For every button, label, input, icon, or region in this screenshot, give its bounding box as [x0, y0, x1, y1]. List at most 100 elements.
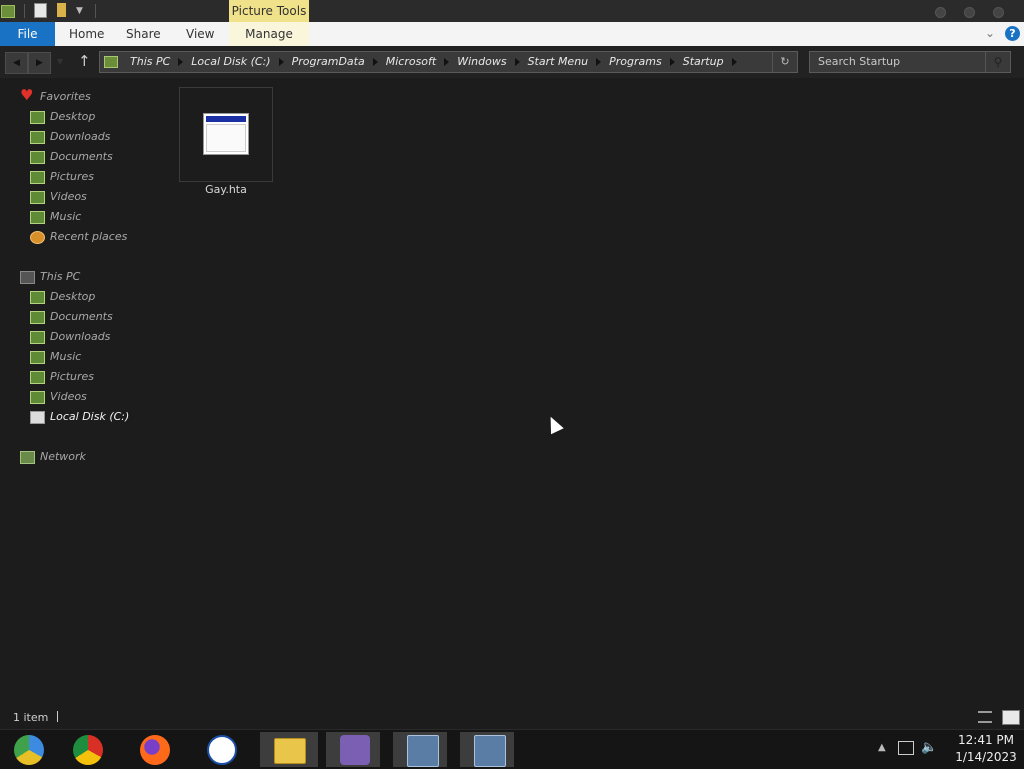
tab-manage[interactable]: Manage	[229, 22, 309, 46]
setup-icon	[407, 735, 439, 767]
tab-file[interactable]: File	[0, 22, 55, 46]
taskbar: ▲ 🔈 12:41 PM 1/14/2023	[0, 729, 1024, 769]
desktop-folder-icon	[30, 291, 45, 304]
nav-item-label: Documents	[50, 150, 113, 163]
search-input[interactable]: Search Startup	[818, 52, 900, 72]
large-icons-view-icon[interactable]	[1002, 710, 1020, 725]
up-button[interactable]: ↑	[78, 52, 91, 70]
nav-item-label: Recent places	[50, 230, 128, 243]
taskbar-app-setup-1[interactable]	[393, 732, 447, 767]
nav-item-label: Pictures	[50, 170, 95, 183]
clock-time[interactable]: 12:41 PM	[950, 733, 1022, 747]
firefox-icon	[140, 735, 170, 765]
nav-item-label: Local Disk (C:)	[50, 410, 130, 423]
tab-share[interactable]: Share	[126, 22, 161, 46]
tab-home[interactable]: Home	[69, 22, 104, 46]
breadcrumb-segment[interactable]: Startup	[679, 52, 728, 72]
music-folder-icon	[30, 211, 45, 224]
nav-item-label: Music	[50, 350, 82, 363]
breadcrumb-segment[interactable]: Start Menu	[524, 52, 593, 72]
pictures-folder-icon	[30, 371, 45, 384]
breadcrumb-chevron-icon[interactable]	[278, 58, 284, 66]
system-tray: ▲ 🔈 12:41 PM 1/14/2023	[864, 730, 1024, 769]
tab-view[interactable]: View	[186, 22, 214, 46]
network-icon[interactable]	[898, 741, 914, 755]
recent-locations-chevron-icon[interactable]: ▼	[57, 57, 63, 66]
chevron-up-icon[interactable]: ▲	[878, 742, 886, 753]
breadcrumb-segment[interactable]: Local Disk (C:)	[187, 52, 274, 72]
breadcrumb: This PC Local Disk (C:) ProgramData Microso…	[126, 52, 741, 72]
properties-icon[interactable]	[34, 3, 47, 18]
forward-button[interactable]: ▶	[28, 52, 51, 74]
breadcrumb-segment[interactable]: Windows	[453, 52, 510, 72]
taskbar-app-setup-2[interactable]	[460, 732, 514, 767]
obama-logo-icon	[207, 735, 237, 765]
local-disk-icon	[30, 411, 45, 424]
downloads-folder-icon	[30, 131, 45, 144]
refresh-button[interactable]: ↻	[772, 52, 797, 72]
taskbar-app-msn[interactable]	[326, 732, 380, 767]
maximize-button[interactable]	[964, 7, 975, 18]
title-bar: ▼ Picture Tools	[0, 0, 1024, 22]
status-bar: 1 item	[0, 705, 1024, 729]
chromium-icon	[14, 735, 44, 765]
breadcrumb-chevron-icon[interactable]	[669, 58, 675, 66]
mouse-cursor-icon	[544, 413, 564, 435]
breadcrumb-segment[interactable]: Programs	[605, 52, 666, 72]
nav-item-label: This PC	[40, 270, 81, 283]
msn-messenger-icon	[340, 735, 370, 765]
new-folder-icon[interactable]	[57, 3, 66, 17]
nav-item-label: Videos	[50, 390, 87, 403]
breadcrumb-chevron-icon[interactable]	[178, 58, 184, 66]
folder-icon[interactable]	[1, 5, 15, 18]
hta-application-icon	[203, 113, 249, 155]
nav-item-label: Network	[40, 450, 86, 463]
breadcrumb-segment[interactable]: Microsoft	[382, 52, 441, 72]
taskbar-app-obama[interactable]	[193, 732, 251, 767]
back-button[interactable]: ◀	[5, 52, 28, 74]
music-folder-icon	[30, 351, 45, 364]
breadcrumb-segment[interactable]: This PC	[126, 52, 174, 72]
documents-folder-icon	[30, 151, 45, 164]
taskbar-app-firefox[interactable]	[126, 732, 184, 767]
folder-icon	[104, 56, 118, 68]
clock-date[interactable]: 1/14/2023	[950, 750, 1022, 764]
volume-icon[interactable]: 🔈	[921, 740, 937, 755]
breadcrumb-chevron-icon[interactable]	[444, 58, 450, 66]
toolbar-separator	[24, 4, 25, 18]
item-count: 1 item	[13, 711, 49, 724]
address-bar[interactable]: This PC Local Disk (C:) ProgramData Microso…	[99, 51, 798, 73]
taskbar-app-chromium[interactable]	[0, 732, 58, 767]
search-icon[interactable]: ⚲	[985, 52, 1010, 72]
breadcrumb-chevron-icon[interactable]	[596, 58, 602, 66]
ribbon-tabs: File Home Share View Manage ⌄ ?	[0, 22, 1024, 47]
minimize-button[interactable]	[935, 7, 946, 18]
taskbar-app-chrome[interactable]	[59, 732, 117, 767]
breadcrumb-segment[interactable]: ProgramData	[288, 52, 369, 72]
chevron-down-icon[interactable]: ⌄	[985, 26, 995, 40]
breadcrumb-chevron-icon[interactable]	[372, 58, 378, 66]
status-separator	[57, 711, 58, 722]
nav-item-label: Downloads	[50, 330, 111, 343]
setup-icon	[474, 735, 506, 767]
chevron-down-icon[interactable]: ▼	[76, 6, 91, 21]
navigation-bar: ◀ ▶ ▼ ↑ This PC Local Disk (C:) ProgramDat…	[0, 46, 1024, 78]
file-item[interactable]	[179, 87, 273, 182]
nav-item-label: Desktop	[50, 110, 96, 123]
breadcrumb-chevron-icon[interactable]	[514, 58, 520, 66]
file-name[interactable]: Gay.hta	[179, 183, 273, 196]
breadcrumb-chevron-icon[interactable]	[731, 58, 737, 66]
search-box[interactable]: Search Startup ⚲	[809, 51, 1011, 73]
pictures-folder-icon	[30, 171, 45, 184]
help-icon[interactable]: ?	[1005, 26, 1020, 41]
close-button[interactable]	[993, 7, 1004, 18]
details-view-icon[interactable]	[978, 711, 992, 723]
nav-item-label: Documents	[50, 310, 113, 323]
videos-folder-icon	[30, 391, 45, 404]
navigation-pane: Favorites Desktop Downloads Documents Pictur…	[0, 84, 160, 484]
nav-item-label: Videos	[50, 190, 87, 203]
taskbar-app-file-explorer[interactable]	[260, 732, 318, 767]
contextual-tab-group-label: Picture Tools	[229, 0, 309, 22]
toolbar-separator	[95, 4, 96, 18]
nav-item-label: Pictures	[50, 370, 95, 383]
